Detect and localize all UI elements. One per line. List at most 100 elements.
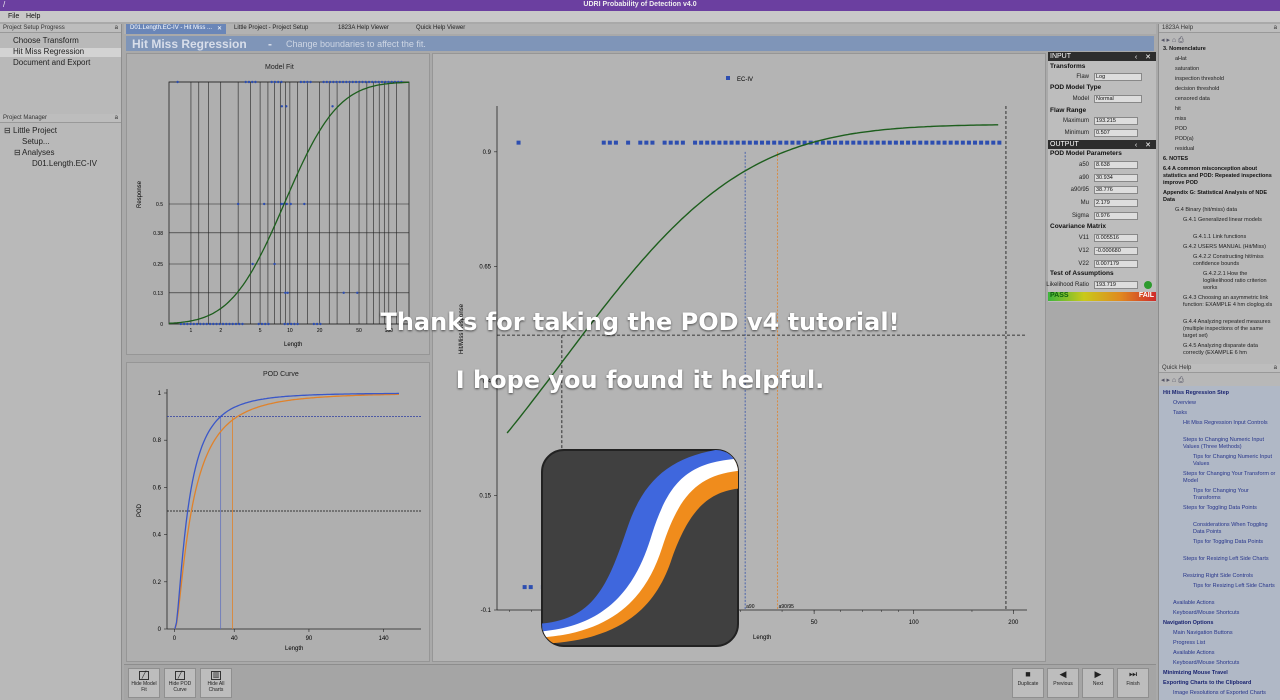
help-link[interactable]: Keyboard/Mouse Shortcuts — [1173, 660, 1277, 667]
main-data-point — [656, 585, 661, 590]
pin-icon[interactable]: a — [1274, 25, 1277, 31]
finish-button[interactable]: ⏭ Finish — [1117, 668, 1149, 698]
help-link[interactable]: censored data — [1175, 96, 1277, 103]
help-link[interactable]: residual — [1175, 146, 1277, 153]
model-fit-ytick: 0 — [160, 322, 163, 328]
help-link[interactable]: Navigation Options — [1163, 620, 1277, 627]
next-button[interactable]: ▶ Next — [1082, 668, 1114, 698]
help-link[interactable]: Tips for Resizing Left Side Charts — [1193, 583, 1277, 590]
pin-icon[interactable]: a — [1274, 365, 1277, 371]
help-link[interactable]: Exporting Charts to the Clipboard — [1163, 680, 1277, 687]
help-link[interactable]: miss — [1175, 116, 1277, 123]
menu-help[interactable]: Help — [26, 13, 40, 20]
help-link[interactable]: G.4.2.2.1 How the loglikelihood ratio cr… — [1203, 271, 1277, 292]
main-data-point — [735, 140, 740, 145]
help-link[interactable]: Tips for Changing Your Transforms — [1193, 488, 1277, 502]
help-link[interactable]: G.4.1.1 Link functions — [1193, 234, 1277, 241]
progress-document-export[interactable]: Document and Export — [13, 58, 90, 67]
main-data-point — [638, 140, 643, 145]
hide-model-fit-button[interactable]: ╱ Hide Model Fit — [128, 668, 160, 698]
min-input[interactable]: 0.507 — [1094, 129, 1138, 137]
tab-1823a-help[interactable]: 1823A Help Viewer — [334, 24, 414, 34]
help-link[interactable]: saturation — [1175, 66, 1277, 73]
hide-all-charts-button[interactable]: ▥ Hide All Charts — [200, 668, 232, 698]
help-nav-icons[interactable]: ◂ ▸ ⌂ ⎙ — [1161, 36, 1184, 45]
help-link[interactable]: Appendix G: Statistical Analysis of NDE … — [1163, 190, 1277, 204]
collapse-icon[interactable]: ‹ ✕ — [1135, 141, 1154, 149]
help-link[interactable]: Tips for Changing Numeric Input Values — [1193, 454, 1277, 468]
help-link[interactable]: Available Actions — [1173, 600, 1277, 607]
main-xtick: 200 — [1008, 620, 1019, 626]
tab-analysis[interactable]: D01.Length.EC-IV - Hit Miss ... ✕ — [126, 24, 226, 34]
help-link[interactable]: Steps for Changing Your Transform or Mod… — [1183, 471, 1277, 485]
tab-quick-help[interactable]: Quick Help Viewer — [412, 24, 492, 34]
main-data-point — [979, 140, 984, 145]
main-chart[interactable]: -0.1 0.15 0.4 0.65 0.9 10 20 50 100 200 a50 a90 a90/… — [433, 54, 1047, 663]
model-select[interactable]: Normal — [1094, 95, 1142, 103]
close-icon[interactable]: ✕ — [217, 25, 222, 32]
main-data-point — [881, 140, 886, 145]
help-link[interactable]: 6.4 A common misconception about statist… — [1163, 166, 1277, 187]
help-link[interactable]: Progress List — [1173, 640, 1277, 647]
model-fit-point — [335, 80, 338, 84]
tree-root-toggle[interactable]: ⊟ — [4, 126, 11, 135]
help-link[interactable]: POD — [1175, 126, 1277, 133]
pin-icon[interactable]: a — [115, 115, 118, 121]
help-link[interactable]: Image Resolutions of Exported Charts — [1173, 690, 1277, 697]
help-link[interactable]: G.4.4 Analyzing repeated measures (multi… — [1183, 319, 1277, 340]
help-link[interactable]: G.4 Binary (hit/miss) data — [1175, 207, 1277, 214]
help-link[interactable]: G.4.2 USERS MANUAL (Hit/Miss) — [1183, 244, 1277, 251]
model-fit-chart[interactable]: 0 0.13 0.25 0.38 0.5 1 2 5 10 20 50 100 Response Le… — [127, 54, 431, 356]
progress-choose-transform[interactable]: Choose Transform — [13, 36, 79, 45]
tab-project-setup[interactable]: Little Project - Project Setup — [230, 24, 320, 34]
help-link[interactable]: Minimizing Mouse Travel — [1163, 670, 1277, 677]
model-fit-point — [354, 80, 358, 84]
quick-help-nav-icons[interactable]: ◂ ▸ ⌂ ⎙ — [1161, 376, 1184, 385]
tree-analyses[interactable]: Analyses — [22, 148, 54, 157]
help-link[interactable]: G.4.1 Generalized linear models — [1183, 217, 1277, 224]
tree-analyses-toggle[interactable]: ⊟ — [14, 148, 21, 157]
help-link[interactable]: Steps to Changing Numeric Input Values (… — [1183, 437, 1277, 451]
help-link[interactable]: 3. Nomenclature — [1163, 46, 1277, 53]
hide-pod-curve-button[interactable]: ╱ Hide POD Curve — [164, 668, 196, 698]
help-link[interactable]: decision threshold — [1175, 86, 1277, 93]
help-link[interactable]: Hit Miss Regression Step — [1163, 390, 1277, 397]
help-link[interactable]: POD(a) — [1175, 136, 1277, 143]
tree-project[interactable]: Little Project — [13, 126, 57, 135]
help-link[interactable]: Main Navigation Buttons — [1173, 630, 1277, 637]
help-link[interactable]: Overview — [1173, 400, 1277, 407]
help-link[interactable]: Keyboard/Mouse Shortcuts — [1173, 610, 1277, 617]
collapse-icon[interactable]: ‹ ✕ — [1135, 53, 1154, 61]
help-link[interactable]: Hit Miss Regression Input Controls — [1183, 420, 1277, 427]
help-link[interactable]: G.4.3 Choosing an asymmetric link functi… — [1183, 295, 1277, 309]
pin-icon[interactable]: a — [115, 25, 118, 31]
main-ytick: 0.65 — [479, 264, 491, 270]
help-link[interactable]: 6. NOTES — [1163, 156, 1277, 163]
help-link[interactable]: inspection threshold — [1175, 76, 1277, 83]
progress-hit-miss[interactable]: Hit Miss Regression — [13, 47, 84, 56]
model-fit-point — [309, 80, 312, 84]
model-fit-point — [212, 322, 215, 326]
help-link[interactable]: Steps for Resizing Left Side Charts — [1183, 556, 1277, 563]
quick-help-header: Quick Help a — [1159, 364, 1280, 373]
help-link[interactable]: Tasks — [1173, 410, 1277, 417]
help-link[interactable]: Available Actions — [1173, 650, 1277, 657]
main-data-point — [875, 140, 880, 145]
help-link[interactable]: Resizing Right Side Controls — [1183, 573, 1277, 580]
help-link[interactable]: G.4.5 Analyzing disparate data correctly… — [1183, 343, 1277, 356]
duplicate-button[interactable]: ■ Duplicate — [1012, 668, 1044, 698]
pod-curve-chart[interactable]: 0 0.2 0.4 0.6 0.8 1 0 40 90 140 POD Length — [127, 363, 431, 663]
menu-file[interactable]: File — [8, 13, 19, 20]
tree-setup[interactable]: Setup... — [22, 137, 50, 146]
flaw-select[interactable]: Log — [1094, 73, 1142, 81]
help-link[interactable]: Steps for Toggling Data Points — [1183, 505, 1277, 512]
previous-button[interactable]: ◀ Previous — [1047, 668, 1079, 698]
help-link[interactable]: Considerations When Toggling Data Points — [1193, 522, 1277, 536]
help-link[interactable]: Tips for Toggling Data Points — [1193, 539, 1277, 546]
tree-analysis-item[interactable]: D01.Length.EC-IV — [32, 159, 97, 168]
help-link[interactable]: aHat — [1175, 56, 1277, 63]
help-link[interactable]: hit — [1175, 106, 1277, 113]
pod-ytick: 0.2 — [153, 580, 162, 586]
help-link[interactable]: G.4.2.2 Constructing hit/miss confidence… — [1193, 254, 1277, 268]
max-input[interactable]: 193.215 — [1094, 117, 1138, 125]
